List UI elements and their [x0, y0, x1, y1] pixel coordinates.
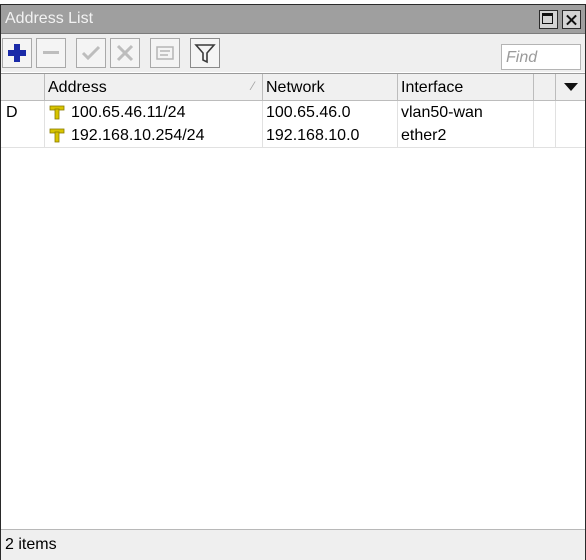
find-input[interactable] — [501, 44, 581, 70]
row-interface: vlan50-wan — [398, 101, 534, 124]
dropdown-arrow-icon — [564, 83, 578, 91]
table-row[interactable]: 192.168.10.254/24 192.168.10.0 ether2 — [1, 124, 585, 148]
row-extra — [534, 124, 556, 147]
address-list-window: Address List Find Address ⁄ Network Inte… — [0, 4, 586, 560]
column-header-address[interactable]: Address ⁄ — [45, 74, 263, 100]
add-button[interactable] — [2, 38, 32, 68]
column-header-network[interactable]: Network — [263, 74, 398, 100]
check-icon — [81, 45, 101, 61]
row-address: 100.65.46.11/24 — [45, 101, 263, 124]
column-menu-button[interactable] — [556, 74, 585, 100]
address-table: Address ⁄ Network Interface D 100.65.46.… — [1, 73, 585, 529]
row-flag — [1, 124, 45, 147]
filter-button[interactable] — [190, 38, 220, 68]
row-extra — [534, 101, 556, 124]
item-count: 2 items — [5, 536, 57, 553]
plus-icon — [8, 44, 26, 62]
row-network: 100.65.46.0 — [263, 101, 398, 124]
comment-icon — [156, 46, 174, 60]
toolbar — [1, 34, 585, 72]
minus-icon — [43, 51, 59, 54]
remove-button[interactable] — [36, 38, 66, 68]
status-bar: 2 items — [1, 529, 585, 560]
sort-indicator-icon: ⁄ — [251, 79, 254, 93]
disable-button[interactable] — [110, 38, 140, 68]
row-address-text: 100.65.46.11/24 — [71, 104, 186, 121]
row-interface: ether2 — [398, 124, 534, 147]
table-header: Address ⁄ Network Interface — [1, 74, 585, 101]
x-icon — [116, 44, 134, 62]
comment-button[interactable] — [150, 38, 180, 68]
column-header-address-label: Address — [48, 79, 107, 96]
address-icon — [49, 128, 65, 143]
restore-button[interactable] — [539, 10, 558, 29]
column-header-extra[interactable] — [534, 74, 556, 100]
row-address: 192.168.10.254/24 — [45, 124, 263, 147]
column-header-interface[interactable]: Interface — [398, 74, 534, 100]
address-icon — [49, 105, 65, 120]
row-address-text: 192.168.10.254/24 — [71, 127, 205, 144]
row-flag: D — [1, 101, 45, 124]
column-header-flags[interactable] — [1, 74, 45, 100]
table-row[interactable]: D 100.65.46.11/24 100.65.46.0 vlan50-wan — [1, 101, 585, 125]
window-title: Address List — [5, 10, 94, 27]
title-bar[interactable]: Address List — [1, 5, 585, 34]
filter-icon — [194, 44, 216, 64]
close-button[interactable] — [562, 10, 581, 29]
row-network: 192.168.10.0 — [263, 124, 398, 147]
enable-button[interactable] — [76, 38, 106, 68]
